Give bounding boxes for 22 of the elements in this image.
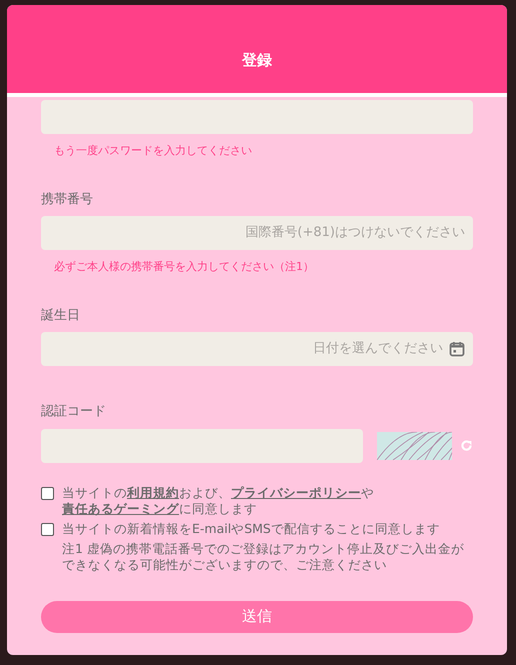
modal-title: 登録 bbox=[242, 50, 272, 70]
link[interactable]: プライバシーポリシー bbox=[231, 484, 361, 500]
checkbox[interactable] bbox=[41, 522, 54, 536]
input-field[interactable] bbox=[41, 100, 473, 134]
submit-button[interactable]: 送信 bbox=[41, 600, 473, 632]
agreement-text: 当サイトの利用規約および、プライバシーポリシーや 責任あるゲーミングに同意します bbox=[62, 484, 375, 516]
hint-text: もう一度パスワードを入力してください bbox=[54, 143, 253, 159]
input-field[interactable] bbox=[41, 428, 363, 462]
placeholder-text: 日付を選んでください bbox=[313, 340, 443, 358]
checkbox[interactable] bbox=[41, 486, 54, 500]
link[interactable]: 利用規約 bbox=[127, 484, 179, 500]
input-field[interactable]: 国際番号(+81)はつけないでください bbox=[41, 216, 473, 250]
field-label: 誕生日 bbox=[41, 306, 81, 324]
placeholder-text: 国際番号(+81)はつけないでください bbox=[245, 224, 465, 242]
hint-text: 必ずご本人様の携帯番号を入力してください（注1） bbox=[54, 259, 315, 275]
calendar-icon[interactable] bbox=[449, 341, 465, 357]
link[interactable]: 責任あるゲーミング bbox=[62, 500, 179, 516]
input-field[interactable]: 日付を選んでください bbox=[41, 332, 473, 366]
note-text: 注1 虚偽の携帯電話番号でのご登録はアカウント停止及びご入出金ができなくなる可能性がございますので、ご注意ください bbox=[62, 540, 465, 572]
field-label: 携帯番号 bbox=[41, 190, 94, 208]
field-label: 認証コード bbox=[41, 403, 107, 421]
agreement-text: 当サイトの新着情報をE-mailやSMSで配信することに同意します bbox=[62, 520, 440, 536]
